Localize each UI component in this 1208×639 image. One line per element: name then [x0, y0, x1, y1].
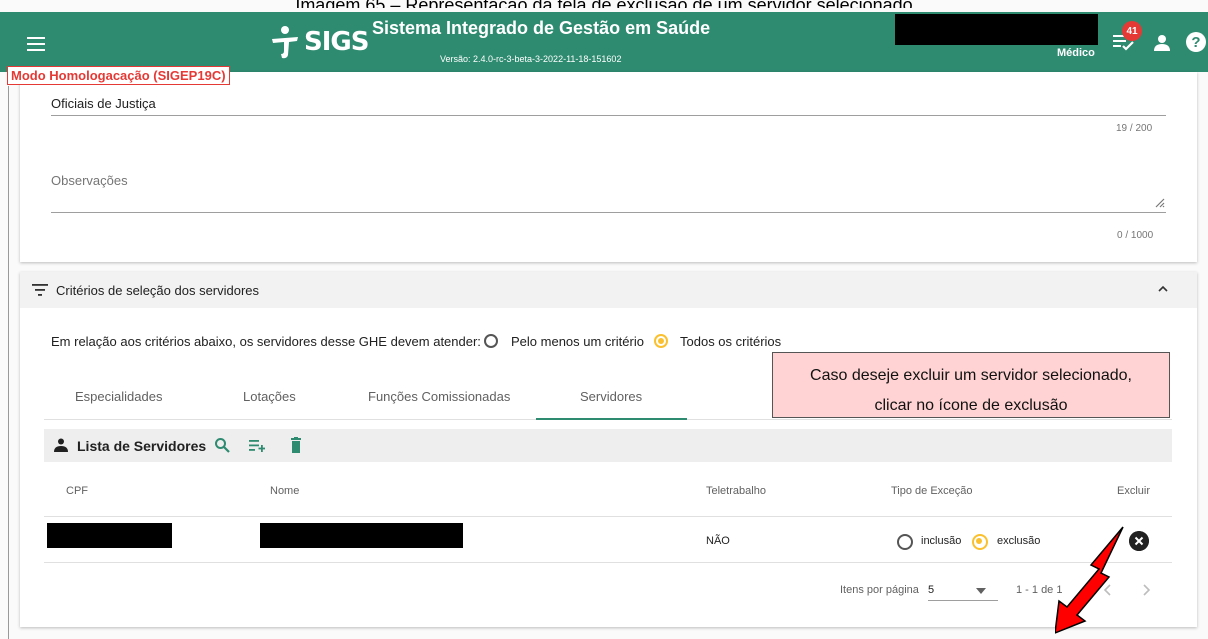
radio-inclusao-label: inclusão: [921, 535, 962, 547]
delete-circle-icon[interactable]: [1129, 531, 1149, 551]
menu-icon[interactable]: [27, 37, 45, 51]
radio-any-criteria[interactable]: [484, 334, 498, 348]
radio-exclusao-label: exclusão: [997, 535, 1041, 547]
figure-caption: Imagem 65 – Representação da tela de exc…: [0, 0, 1208, 8]
radio-all-criteria-label: Todos os critérios: [680, 334, 782, 349]
row-divider: [44, 562, 1172, 563]
criteria-panel-title: Critérios de seleção dos servidores: [56, 283, 260, 298]
criteria-card: Critérios de seleção dos servidores Em r…: [20, 272, 1197, 627]
pointer-arrow-icon: [1055, 526, 1124, 634]
chevron-up-icon[interactable]: [1156, 284, 1170, 294]
observations-field[interactable]: Observações: [51, 173, 128, 188]
column-teletrabalho[interactable]: Teletrabalho: [706, 485, 766, 497]
filter-icon: [32, 284, 48, 296]
criteria-panel-header[interactable]: Critérios de seleção dos servidores: [20, 272, 1197, 308]
active-tab-indicator: [536, 418, 687, 420]
notification-badge: 41: [1122, 21, 1142, 41]
radio-inclusao[interactable]: [897, 534, 913, 550]
description-underline: [51, 115, 1166, 116]
observations-underline: [51, 212, 1166, 213]
dropdown-arrow-icon: [976, 588, 986, 594]
observations-counter: 0 / 1000: [1117, 230, 1154, 241]
column-nome[interactable]: Nome: [270, 485, 299, 497]
column-cpf[interactable]: CPF: [66, 485, 88, 497]
person-icon: [54, 438, 68, 452]
logo-figure-icon: [272, 26, 298, 59]
items-per-page-select[interactable]: 5: [928, 584, 998, 601]
app-title: Sistema Integrado de Gestão em Saúde: [372, 18, 711, 38]
next-page-icon[interactable]: [1141, 583, 1151, 597]
column-excluir: Excluir: [1117, 485, 1151, 497]
column-tipo-excecao[interactable]: Tipo de Exceção: [891, 485, 973, 497]
logo-text: SIGS: [304, 27, 369, 57]
items-per-page-label: Itens por página: [840, 584, 919, 596]
radio-any-criteria-label: Pelo menos um critério: [511, 334, 644, 349]
redacted-user-name: [895, 14, 1098, 45]
list-title: Lista de Servidores: [77, 438, 207, 454]
description-counter: 19 / 200: [1116, 123, 1153, 134]
search-icon[interactable]: [214, 437, 230, 453]
trash-icon[interactable]: [288, 437, 304, 453]
tab-servidores[interactable]: Servidores: [580, 389, 642, 404]
instruction-callout: Caso deseje excluir um servidor selecion…: [772, 352, 1170, 418]
redacted-cpf: [47, 523, 172, 548]
radio-exclusao[interactable]: [972, 534, 988, 550]
radio-all-criteria[interactable]: [654, 334, 668, 348]
header-divider: [44, 516, 1172, 517]
page-border: [8, 86, 9, 639]
ghe-form-card: Oficiais de Justiça 19 / 200 Observações…: [20, 72, 1197, 262]
add-to-list-icon[interactable]: [249, 437, 265, 453]
app-header: SIGS Sistema Integrado de Gestão em Saúd…: [0, 12, 1208, 72]
description-field[interactable]: Oficiais de Justiça: [51, 96, 156, 111]
teletrabalho-value: NÃO: [706, 535, 730, 547]
tab-especialidades[interactable]: Especialidades: [75, 389, 162, 404]
resize-handle-icon[interactable]: [1153, 196, 1165, 208]
app-logo: SIGS: [270, 22, 369, 62]
tab-lotacoes[interactable]: Lotações: [243, 389, 296, 404]
user-icon[interactable]: [1153, 34, 1171, 52]
items-per-page-value: 5: [928, 584, 935, 596]
app-version: Versão: 2.4.0-rc-3-beta-3-2022-11-18-151…: [440, 54, 622, 64]
criteria-prompt: Em relação aos critérios abaixo, os serv…: [51, 334, 481, 349]
callout-line-1: Caso deseje excluir um servidor selecion…: [810, 367, 1132, 384]
environment-badge: Modo Homologacação (SIGEP19C): [7, 66, 230, 85]
help-icon[interactable]: ?: [1186, 32, 1206, 52]
redacted-name: [260, 523, 463, 548]
tab-funcoes-comissionadas[interactable]: Funções Comissionadas: [368, 389, 510, 404]
user-role: Médico: [1057, 47, 1095, 59]
callout-line-2: clicar no ícone de exclusão: [874, 397, 1068, 414]
list-toolbar: Lista de Servidores: [44, 429, 1172, 462]
